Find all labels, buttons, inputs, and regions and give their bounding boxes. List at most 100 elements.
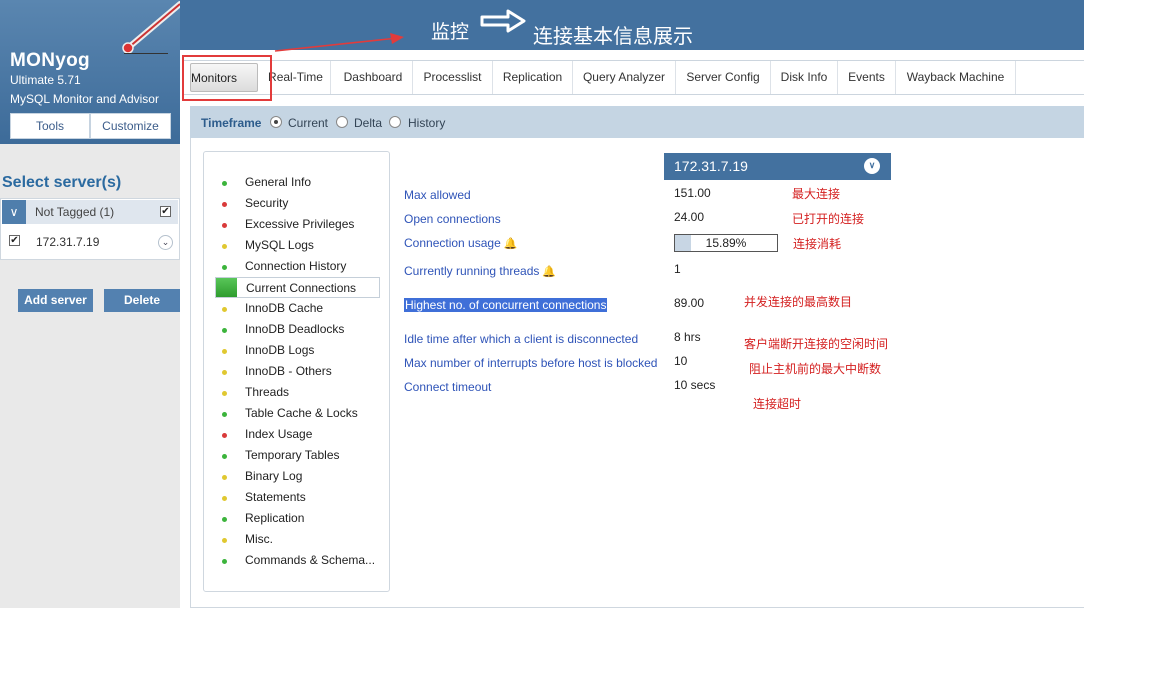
metric-value-connect-timeout: 10 secs — [674, 378, 716, 392]
brand-edition: Ultimate 5.71 — [10, 73, 81, 87]
annotation-note: 已打开的连接 — [792, 212, 865, 226]
tab-replication[interactable]: Replication — [493, 61, 573, 94]
bell-icon[interactable]: 🔔 — [542, 265, 556, 278]
status-dot — [222, 370, 227, 375]
customize-button[interactable]: Customize — [90, 113, 171, 139]
tab-events[interactable]: Events — [838, 61, 896, 94]
server-list: ∨ Not Tagged (1) ✔ ✔ 172.31.7.19 ⌄ — [0, 198, 180, 260]
brand-name: MONyog — [10, 50, 90, 71]
menu-item-label: Excessive Privileges — [245, 217, 355, 231]
tab-disk-info[interactable]: Disk Info — [771, 61, 838, 94]
timeframe-label: Timeframe — [201, 116, 262, 130]
delete-server-button[interactable]: Delete — [104, 289, 180, 312]
tools-button[interactable]: Tools — [10, 113, 90, 139]
metric-label-highest-concurrent[interactable]: Highest no. of concurrent connections — [404, 298, 608, 312]
tab-server-config[interactable]: Server Config — [676, 61, 771, 94]
menu-item-commands-schema[interactable]: Commands & Schema... — [204, 550, 389, 571]
tab-processlist[interactable]: Processlist — [413, 61, 493, 94]
menu-item-label: General Info — [245, 175, 312, 189]
chevron-down-icon[interactable]: ∨ — [2, 200, 26, 224]
monitor-menu: General Info Security Excessive Privileg… — [203, 151, 390, 592]
connection-usage-bar: 15.89% — [674, 234, 778, 252]
menu-item-connection-history[interactable]: Connection History — [204, 256, 389, 277]
metric-label-open-connections[interactable]: Open connections — [404, 212, 501, 226]
tab-wayback-machine[interactable]: Wayback Machine — [896, 61, 1016, 94]
add-server-button[interactable]: Add server — [18, 289, 93, 312]
timeframe-current-radio[interactable] — [270, 116, 282, 128]
menu-item-label: MySQL Logs — [245, 238, 314, 252]
menu-item-misc[interactable]: Misc. — [204, 529, 389, 550]
status-dot — [222, 202, 227, 207]
menu-item-label: Commands & Schema... — [245, 553, 376, 567]
menu-item-current-connections[interactable]: Current Connections — [215, 277, 380, 298]
menu-item-statements[interactable]: Statements — [204, 487, 389, 508]
server-header-label: 172.31.7.19 — [674, 158, 748, 174]
status-dot — [222, 559, 227, 564]
arrow-right-icon — [480, 9, 526, 33]
server-checkbox[interactable]: ✔ — [9, 235, 20, 246]
tab-dashboard[interactable]: Dashboard — [334, 61, 413, 94]
menu-item-label: Index Usage — [245, 427, 313, 441]
menu-item-label: Security — [245, 196, 289, 210]
menu-item-threads[interactable]: Threads — [204, 382, 389, 403]
status-dot — [222, 265, 227, 270]
annotation-title: 监控 — [431, 22, 470, 43]
metric-label-connect-timeout[interactable]: Connect timeout — [404, 380, 491, 394]
bell-icon[interactable]: 🔔 — [504, 237, 518, 250]
timeframe-delta-radio[interactable] — [336, 116, 348, 128]
annotation-note: 阻止主机前的最大中断数 — [749, 362, 882, 376]
active-status-bar — [216, 278, 237, 297]
tab-query-analyzer[interactable]: Query Analyzer — [573, 61, 676, 94]
chevron-down-icon[interactable]: ∨ — [864, 158, 880, 174]
metric-value-max-interrupts: 10 — [674, 354, 688, 368]
menu-item-label: InnoDB - Others — [245, 364, 332, 378]
server-options-icon[interactable]: ⌄ — [158, 235, 173, 250]
menu-item-innodb-deadlocks[interactable]: InnoDB Deadlocks — [204, 319, 389, 340]
menu-item-label: Misc. — [245, 532, 273, 546]
timeframe-current-label[interactable]: Current — [288, 116, 328, 130]
timeframe-history-radio[interactable] — [389, 116, 401, 128]
menu-item-replication[interactable]: Replication — [204, 508, 389, 529]
metric-label-max-interrupts[interactable]: Max number of interrupts before host is … — [404, 356, 657, 370]
brand-tagline: MySQL Monitor and Advisor — [10, 92, 159, 106]
menu-item-binary-log[interactable]: Binary Log — [204, 466, 389, 487]
server-item-label[interactable]: 172.31.7.19 — [36, 235, 99, 249]
status-dot — [222, 181, 227, 186]
metric-label-text: Connection usage — [404, 236, 501, 250]
server-column-header: 172.31.7.19 ∨ — [664, 153, 891, 180]
status-dot — [222, 475, 227, 480]
menu-item-mysql-logs[interactable]: MySQL Logs — [204, 235, 389, 256]
thermometer-logo-icon — [122, 1, 183, 54]
metric-label-max-allowed[interactable]: Max allowed — [404, 188, 471, 202]
menu-item-excessive-privileges[interactable]: Excessive Privileges — [204, 214, 389, 235]
menu-item-innodb-others[interactable]: InnoDB - Others — [204, 361, 389, 382]
tag-group-row[interactable]: ∨ Not Tagged (1) ✔ — [2, 200, 178, 224]
metric-label-connection-usage[interactable]: Connection usage 🔔 — [404, 236, 517, 250]
menu-item-table-cache-locks[interactable]: Table Cache & Locks — [204, 403, 389, 424]
menu-item-innodb-logs[interactable]: InnoDB Logs — [204, 340, 389, 361]
menu-item-label: Table Cache & Locks — [245, 406, 358, 420]
annotation-note: 连接超时 — [753, 397, 802, 411]
menu-item-label: Binary Log — [245, 469, 303, 483]
status-dot — [222, 328, 227, 333]
metric-label-idle-time[interactable]: Idle time after which a client is discon… — [404, 332, 638, 346]
status-dot — [222, 244, 227, 249]
annotation-arrow — [274, 33, 404, 52]
menu-item-general-info[interactable]: General Info — [204, 172, 389, 193]
status-dot — [222, 454, 227, 459]
annotation-note: 连接消耗 — [793, 237, 842, 251]
metric-label-running-threads[interactable]: Currently running threads 🔔 — [404, 264, 556, 278]
menu-item-innodb-cache[interactable]: InnoDB Cache — [204, 298, 389, 319]
selected-text: Highest no. of concurrent connections — [404, 298, 608, 312]
metric-label-text: Currently running threads — [404, 264, 540, 278]
tag-group-checkbox[interactable]: ✔ — [160, 206, 171, 217]
menu-item-index-usage[interactable]: Index Usage — [204, 424, 389, 445]
menu-item-label: Statements — [245, 490, 306, 504]
menu-item-temporary-tables[interactable]: Temporary Tables — [204, 445, 389, 466]
menu-item-label: Current Connections — [246, 281, 357, 295]
menu-item-security[interactable]: Security — [204, 193, 389, 214]
annotation-note: 最大连接 — [792, 187, 841, 201]
annotation-note: 并发连接的最高数目 — [744, 295, 853, 309]
timeframe-history-label[interactable]: History — [408, 116, 445, 130]
timeframe-delta-label[interactable]: Delta — [354, 116, 382, 130]
